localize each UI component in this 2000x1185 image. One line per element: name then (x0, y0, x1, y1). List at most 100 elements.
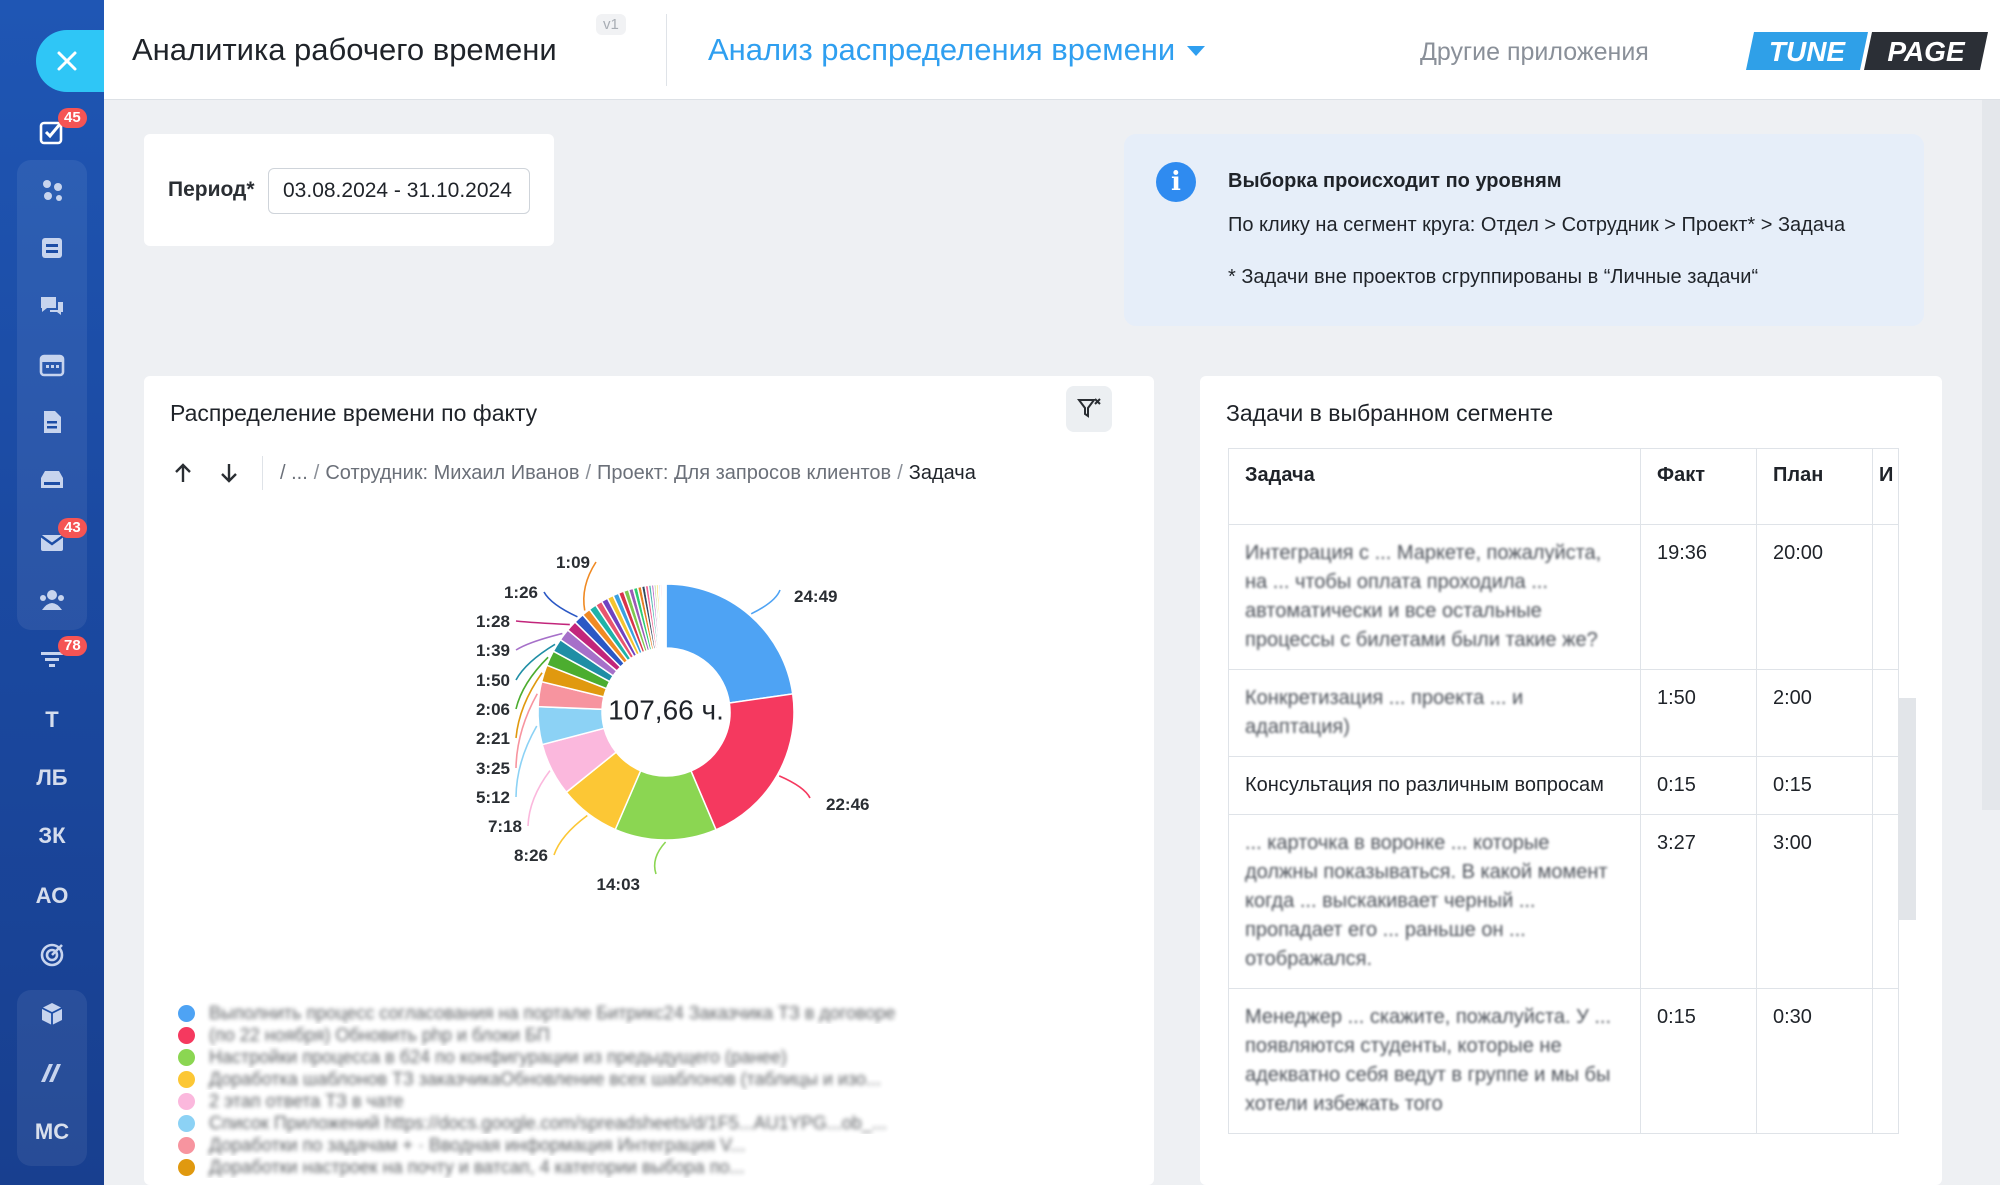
close-app-button[interactable] (36, 30, 104, 92)
tasks-title: Задачи в выбранном сегменте (1226, 400, 1554, 426)
donut-slice-label: 2:21 (476, 729, 510, 748)
legend-label: Список Приложений https://docs.google.co… (209, 1112, 887, 1133)
app-title: Аналитика рабочего времени (132, 32, 557, 67)
tasks-scrollbar[interactable] (1898, 698, 1916, 920)
breadcrumb-current: Задача (908, 462, 976, 484)
info-notice: i Выборка происходит по уровням По клику… (1124, 134, 1924, 326)
rail-item-goals[interactable] (0, 928, 104, 980)
legend-label: Выполнить процесс согласования на портал… (209, 1002, 896, 1023)
rail-item-store[interactable] (0, 988, 104, 1040)
donut-slice[interactable] (665, 583, 794, 704)
view-selector-dropdown[interactable]: Анализ распределения времени (708, 32, 1206, 68)
donut-slice-label: 7:18 (488, 817, 522, 836)
breadcrumb: / ... / Сотрудник: Михаил Иванов / Проект: Д… (280, 462, 976, 484)
caret-down-icon (1187, 46, 1206, 56)
legend-item[interactable]: Доработки по задачам + · Вводная информа… (178, 1134, 1138, 1156)
table-row[interactable]: Консультация по различным вопросам 0:15 0:… (1228, 756, 1899, 815)
table-row[interactable]: ... карточка в воронке ... которые должн… (1228, 814, 1899, 989)
table-row[interactable]: Интеграция с ... Маркете, пожалуйста, на… (1228, 524, 1899, 670)
donut-slice-label: 2:06 (476, 700, 510, 719)
other-apps-link[interactable]: Другие приложения (1420, 38, 1649, 67)
target-icon (40, 943, 64, 967)
rail-item-tasks[interactable]: 45 (0, 106, 104, 158)
chart-title: Распределение времени по факту (170, 400, 538, 426)
plan-cell: 3:00 (1756, 814, 1873, 989)
rail-item-calendar[interactable] (0, 338, 104, 390)
tasks-header-row: Задача Факт План И (1228, 448, 1899, 525)
legend-color-dot (178, 1092, 195, 1110)
column-header-plan[interactable]: План (1756, 448, 1873, 525)
fact-cell: 0:15 (1640, 756, 1757, 815)
drill-up-button[interactable] (168, 458, 198, 488)
donut-slice[interactable] (664, 583, 667, 649)
table-row[interactable]: Конкретизация ... проекта ... и адаптаци… (1228, 669, 1899, 757)
arrow-down-icon (221, 464, 237, 483)
time-distribution-donut-chart: 24:49 22:46 14:03 8:26 7:18 5:12 3:25 2:21 2:06 1… (476, 553, 870, 894)
info-title: Выборка происходит по уровням (1228, 170, 1562, 192)
rail-item-lb[interactable]: ЛБ (0, 752, 104, 804)
table-row[interactable]: Менеджер ... скажите, пожалуйста. У ... … (1228, 988, 1899, 1134)
legend-color-dot (178, 1026, 195, 1044)
donut-slice-label: 24:49 (794, 587, 837, 606)
tasks-body: Интеграция с ... Маркете, пожалуйста, на… (1228, 524, 1899, 1134)
page-scrollbar[interactable] (1982, 100, 2000, 810)
donut-slice-label: 1:39 (476, 641, 510, 660)
rail-item-chat[interactable] (0, 280, 104, 332)
legend-label: Настройки процесса в б24 по конфигурации… (209, 1046, 787, 1067)
donut-slice-label: 22:46 (826, 795, 869, 814)
rail-item-storage[interactable] (0, 454, 104, 506)
logo-text-page: PAGE (1887, 36, 1966, 67)
task-cell: Менеджер ... скажите, пожалуйста. У ... … (1228, 988, 1641, 1134)
legend-label: 2 этап ответа ТЗ в чате (209, 1090, 404, 1111)
info-icon: i (1156, 162, 1196, 202)
tasks-scrollbar-thumb[interactable] (1898, 698, 1916, 920)
legend-item[interactable]: Доработка шаблонов ТЗ заказчикаОбновлени… (178, 1068, 1138, 1090)
sites-icon (42, 238, 62, 258)
donut-leader-line (750, 589, 781, 615)
legend-item[interactable]: Доработки настроек на почту и ватсап, 4 … (178, 1156, 1138, 1178)
rail-item-ms[interactable]: МС (0, 1106, 104, 1158)
tunepage-logo: TUNE PAGE (1746, 32, 1988, 70)
clear-filter-button[interactable] (1066, 386, 1112, 432)
legend-item[interactable]: (по 22 ноября) Обновить php и блоки БП (178, 1024, 1138, 1046)
rail-item-crm[interactable] (0, 164, 104, 216)
rail-item-documents[interactable] (0, 396, 104, 448)
legend-label: (по 22 ноября) Обновить php и блоки БП (209, 1024, 550, 1045)
donut-total-label: 107,66 ч. (608, 694, 724, 725)
rail-item-employees[interactable] (0, 574, 104, 626)
legend-color-dot (178, 1114, 195, 1132)
crm-icon (43, 180, 62, 201)
column-header-fact[interactable]: Факт (1640, 448, 1757, 525)
rail-item-sites[interactable] (0, 222, 104, 274)
donut-slice-label: 8:26 (514, 846, 548, 865)
breadcrumb-project[interactable]: Проект: Для запросов клиентов (597, 462, 891, 484)
arrow-up-icon (175, 463, 191, 482)
rail-item-mail[interactable]: 43 (0, 516, 104, 568)
rail-item-t[interactable]: Т (0, 694, 104, 746)
close-icon (57, 51, 77, 71)
extra-cell (1872, 669, 1899, 757)
rail-item-zk[interactable]: ЗК (0, 810, 104, 862)
chat-icon (41, 297, 63, 315)
legend-item[interactable]: Список Приложений https://docs.google.co… (178, 1112, 1138, 1134)
column-header-task[interactable]: Задача (1228, 448, 1641, 525)
tasks-badge: 45 (58, 108, 87, 128)
rail-item-market[interactable] (0, 1046, 104, 1098)
donut-leader-line (778, 775, 811, 799)
legend-color-dot (178, 1048, 195, 1066)
extra-cell (1872, 988, 1899, 1134)
breadcrumb-employee[interactable]: Сотрудник: Михаил Иванов (325, 462, 579, 484)
legend-item[interactable]: Настройки процесса в б24 по конфигурации… (178, 1046, 1138, 1068)
period-date-range-input[interactable] (268, 168, 530, 214)
legend-item[interactable]: Выполнить процесс согласования на портал… (178, 1002, 1138, 1024)
breadcrumb-root[interactable]: / ... (280, 462, 308, 484)
filter-clear-icon (1077, 398, 1101, 418)
calendar-icon (39, 354, 65, 377)
plan-cell: 2:00 (1756, 669, 1873, 757)
rail-item-ao[interactable]: АО (0, 870, 104, 922)
drill-down-button[interactable] (214, 458, 244, 488)
rail-item-automation[interactable]: 78 (0, 634, 104, 686)
legend-item[interactable]: 2 этап ответа ТЗ в чате (178, 1090, 1138, 1112)
donut-slice-label: 1:50 (476, 671, 510, 690)
column-header-extra[interactable]: И (1872, 448, 1899, 525)
